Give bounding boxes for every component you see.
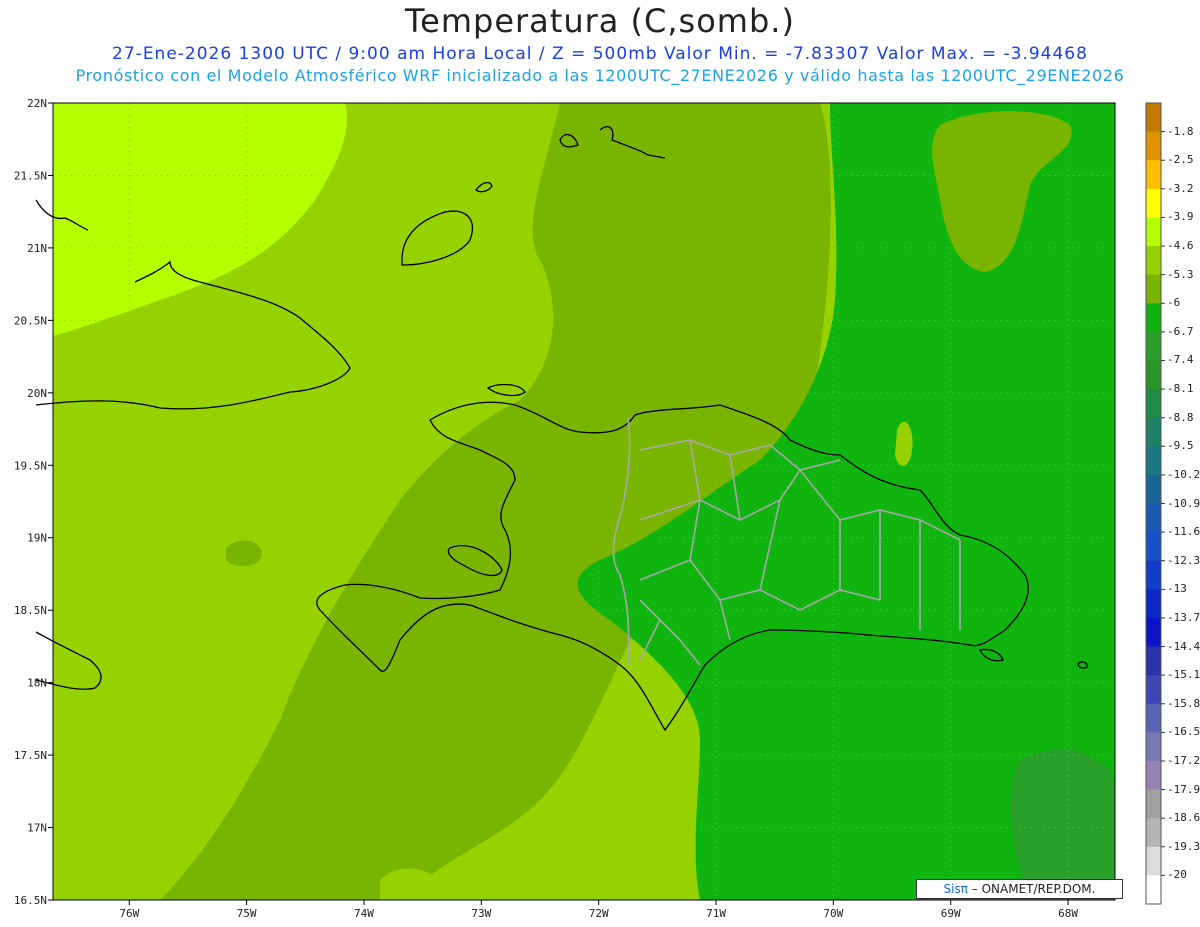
- lat-tick-label: 20.5N: [14, 314, 47, 327]
- colorbar-label: -10.9: [1167, 496, 1200, 510]
- lat-tick-label: 21.5N: [14, 169, 47, 182]
- colorbar-label: -15.8: [1167, 696, 1200, 710]
- lat-tick-label: 19.5N: [14, 459, 47, 472]
- lon-tick-label: 73W: [471, 907, 491, 920]
- colorbar-label: -8.8: [1167, 410, 1194, 424]
- colorbar-label: -5.3: [1167, 267, 1194, 281]
- colorbar-label: -11.6: [1167, 525, 1200, 539]
- lon-tick-label: 68W: [1058, 907, 1078, 920]
- colorbar-swatch: [1146, 732, 1161, 762]
- colorbar-swatch: [1146, 818, 1161, 848]
- lat-tick-label: 18.5N: [14, 604, 47, 617]
- colorbar-label: -10.2: [1167, 467, 1200, 481]
- colorbar-label: -16.5: [1167, 725, 1200, 739]
- colorbar-label: -19.3: [1167, 839, 1200, 853]
- colorbar-swatch: [1146, 160, 1161, 190]
- colorbar-swatch: [1146, 389, 1161, 419]
- field-mid-blob: [226, 540, 262, 567]
- lat-tick-label: 20N: [27, 387, 47, 400]
- colorbar-swatch: [1146, 789, 1161, 819]
- colorbar-swatch: [1146, 274, 1161, 304]
- lon-tick-label: 75W: [237, 907, 257, 920]
- colorbar-swatch: [1146, 503, 1161, 533]
- latitude-tick-labels: 22N 21.5N 21N 20.5N 20N 19.5N 19N 18.5N 18N 17.5N…: [14, 97, 53, 907]
- lat-tick-label: 18N: [27, 677, 47, 690]
- lon-tick-label: 72W: [589, 907, 609, 920]
- lon-tick-label: 70W: [823, 907, 843, 920]
- colorbar-swatch: [1146, 474, 1161, 504]
- colorbar-swatch: [1146, 188, 1161, 218]
- colorbar-swatch: [1146, 560, 1161, 590]
- colorbar-label: -17.2: [1167, 753, 1200, 767]
- lat-tick-label: 17N: [27, 822, 47, 835]
- credit-brand: Sisπ: [943, 882, 968, 896]
- colorbar-swatch: [1146, 760, 1161, 791]
- colorbar-swatch: [1146, 589, 1161, 619]
- colorbar-swatch: [1146, 246, 1161, 276]
- colorbar-swatch: [1146, 360, 1161, 390]
- colorbar-label: -17.9: [1167, 782, 1200, 796]
- colorbar-label: -13.7: [1167, 610, 1200, 624]
- colorbar-label: -18.6: [1167, 811, 1200, 825]
- colorbar-swatch: [1146, 331, 1161, 361]
- credit-box: Sisπ – ONAMET/REP.DOM.: [916, 879, 1123, 899]
- colorbar-label: -14.4: [1167, 639, 1200, 653]
- lon-tick-label: 74W: [354, 907, 374, 920]
- colorbar-swatch: [1146, 131, 1161, 161]
- colorbar-label: -20: [1167, 868, 1187, 882]
- colorbar-label: -2.5: [1167, 153, 1194, 167]
- colorbar-swatch: [1146, 417, 1161, 447]
- lat-tick-label: 17.5N: [14, 749, 47, 762]
- colorbar-label: -6: [1167, 296, 1181, 310]
- colorbar-swatch: [1146, 446, 1161, 476]
- colorbar-label: -7.4: [1167, 353, 1194, 367]
- colorbar-swatch: [1146, 217, 1161, 247]
- colorbar-label: -3.9: [1167, 210, 1194, 224]
- colorbar-label: -12.3: [1167, 553, 1200, 567]
- colorbar-swatch: [1146, 646, 1161, 676]
- colorbar-label: -1.8: [1167, 124, 1194, 138]
- field-coolest-region: [1010, 749, 1115, 900]
- colorbar-label: -6.7: [1167, 324, 1194, 338]
- colorbar-label: -8.1: [1167, 382, 1194, 396]
- colorbar-label: -13: [1167, 582, 1187, 596]
- colorbar: [1145, 102, 1165, 905]
- colorbar-label: -3.2: [1167, 181, 1194, 195]
- colorbar-swatch: [1146, 675, 1161, 705]
- credit-text: – ONAMET/REP.DOM.: [971, 882, 1096, 896]
- colorbar-label: -4.6: [1167, 239, 1194, 253]
- temperature-field: [53, 103, 1115, 900]
- lon-tick-label: 76W: [119, 907, 139, 920]
- colorbar-label: -15.1: [1167, 668, 1200, 682]
- colorbar-swatch: [1146, 532, 1161, 562]
- lat-tick-label: 16.5N: [14, 894, 47, 907]
- longitude-tick-labels: 76W 75W 74W 73W 72W 71W 70W 69W 68W: [119, 900, 1078, 920]
- colorbar-swatch: [1146, 875, 1161, 905]
- lat-tick-label: 19N: [27, 532, 47, 545]
- lat-tick-label: 21N: [27, 242, 47, 255]
- colorbar-label: -9.5: [1167, 439, 1194, 453]
- lat-tick-label: 22N: [27, 97, 47, 110]
- colorbar-swatch: [1146, 703, 1161, 733]
- colorbar-swatch: [1146, 303, 1161, 333]
- colorbar-swatch: [1146, 846, 1161, 876]
- temperature-map: 22N 21.5N 21N 20.5N 20N 19.5N 19N 18.5N 18N 17.5N…: [14, 97, 1165, 920]
- lon-tick-label: 71W: [706, 907, 726, 920]
- lon-tick-label: 69W: [941, 907, 961, 920]
- colorbar-swatch: [1146, 617, 1161, 648]
- colorbar-swatch: [1146, 103, 1161, 133]
